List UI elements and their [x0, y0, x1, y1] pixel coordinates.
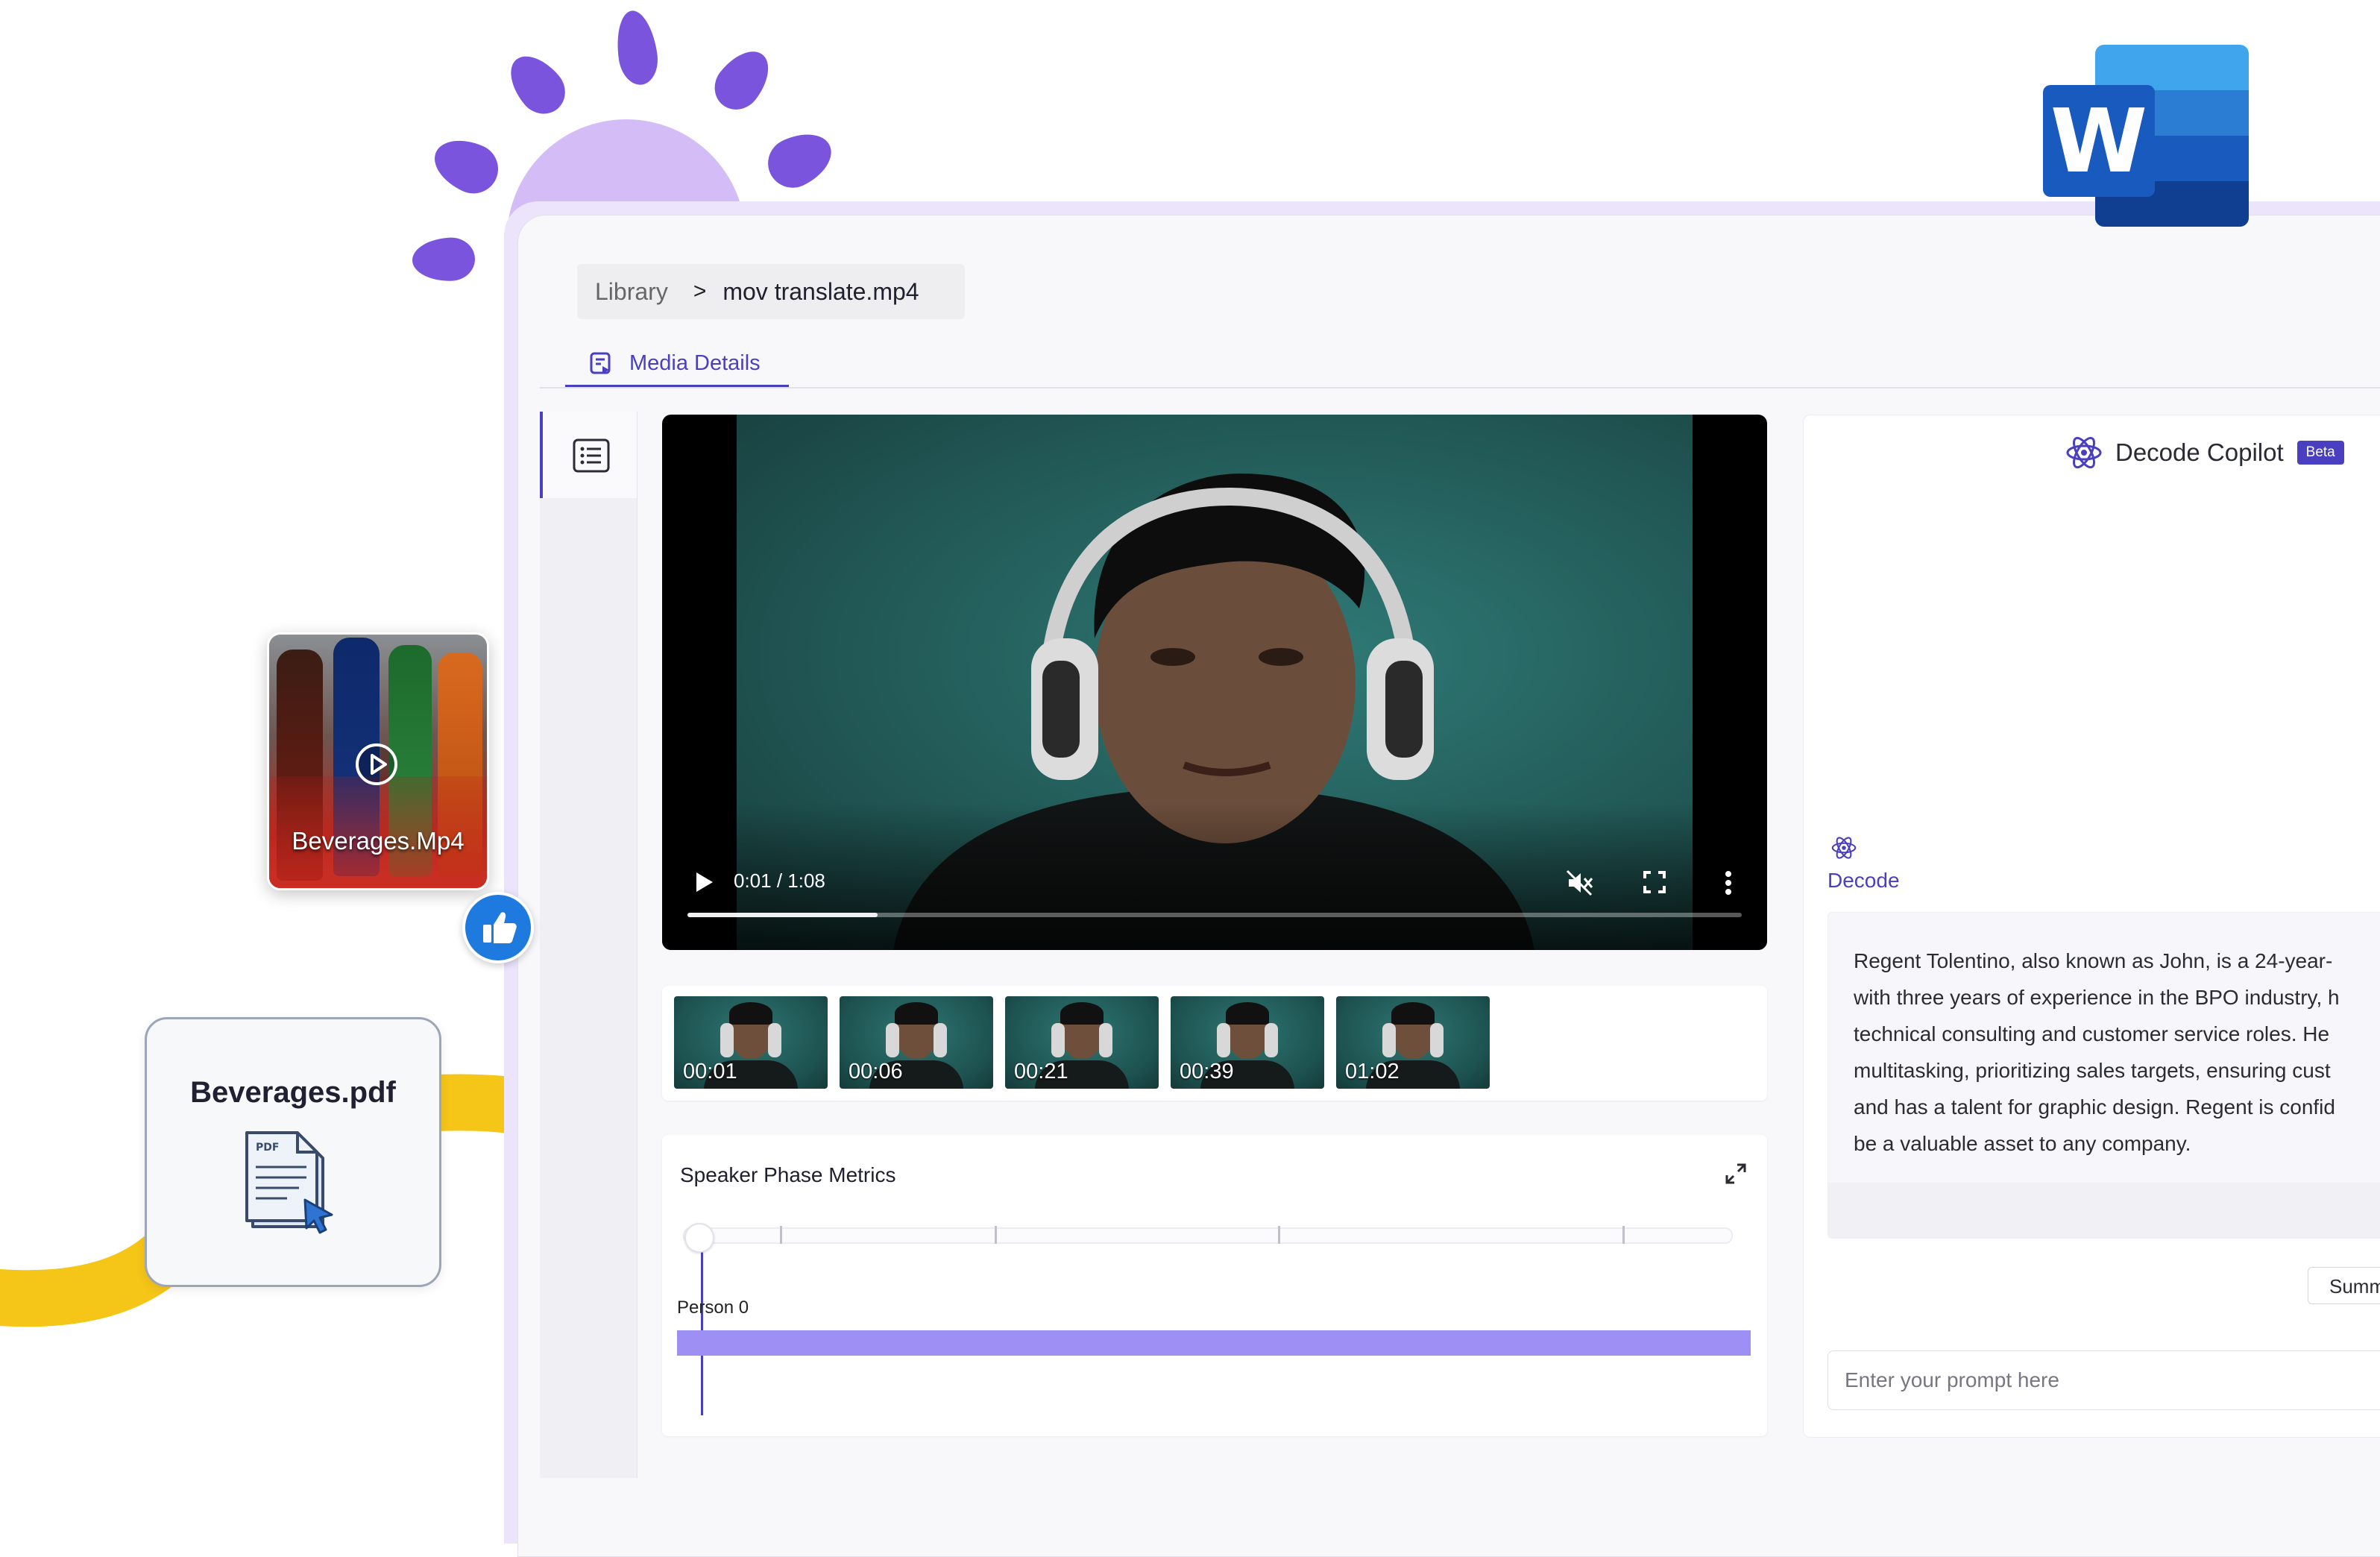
video-player[interactable]: 0:01 / 1:08	[662, 415, 1767, 950]
answer-line: Regent Tolentino, also known as John, is…	[1854, 949, 2333, 972]
thumbs-up-icon	[483, 912, 517, 943]
timeline-cursor	[701, 1236, 703, 1415]
video-time-display: 0:01 / 1:08	[734, 869, 825, 892]
timeline-knob[interactable]	[684, 1223, 714, 1253]
timeline-tick	[780, 1226, 782, 1244]
video-card-label: Beverages.Mp4	[292, 827, 465, 855]
beverages-pdf-card[interactable]: Beverages.pdf PDF	[145, 1017, 441, 1287]
mute-icon[interactable]	[1564, 868, 1594, 898]
like-badge[interactable]	[462, 892, 534, 963]
left-rail	[540, 412, 638, 1478]
speaker-metrics-title: Speaker Phase Metrics	[680, 1163, 896, 1186]
answer-line: with three years of experience in the BP…	[1854, 986, 2340, 1009]
prompt-input[interactable]	[1828, 1350, 2380, 1410]
copilot-answer-box: Regent Tolentino, also known as John, is…	[1828, 912, 2380, 1239]
thumbnail[interactable]: 00:06	[840, 996, 993, 1089]
answer-line: multitasking, prioritizing sales targets…	[1854, 1059, 2331, 1082]
tab-media-details[interactable]: Media Details	[565, 337, 789, 389]
list-icon[interactable]	[573, 438, 610, 473]
thumbnail-time: 00:39	[1180, 1060, 1234, 1083]
thumbnail-time: 00:21	[1014, 1060, 1068, 1083]
beta-badge: Beta	[2296, 441, 2344, 465]
thumbnail[interactable]: 00:01	[674, 996, 828, 1089]
answer-footer	[1828, 1183, 2380, 1238]
copilot-answer-text: Regent Tolentino, also known as John, is…	[1854, 943, 2380, 1162]
breadcrumb-library-link[interactable]: Library	[595, 278, 668, 306]
decor-petal	[426, 129, 506, 202]
decor-petal	[412, 236, 476, 283]
pdf-file-icon: PDF	[245, 1131, 333, 1234]
copilot-panel: Decode Copilot Beta Decode Regent Tolent…	[1803, 415, 2380, 1438]
answer-line: and has a talent for graphic design. Reg…	[1854, 1095, 2335, 1119]
timeline-tick	[1622, 1226, 1625, 1244]
timeline-track[interactable]	[683, 1227, 1733, 1244]
breadcrumb: Library > mov translate.mp4	[577, 264, 965, 319]
copilot-header: Decode Copilot Beta	[2065, 430, 2344, 475]
thumbnail-time: 00:01	[683, 1060, 737, 1083]
decor-petal	[499, 45, 575, 124]
word-logo-icon: W	[2043, 45, 2249, 227]
atom-icon	[2066, 436, 2102, 469]
more-vert-icon[interactable]	[1721, 868, 1736, 898]
copilot-title: Decode Copilot	[2115, 438, 2284, 466]
thumbnail[interactable]: 00:39	[1171, 996, 1324, 1089]
decor-petal	[612, 7, 661, 88]
thumbnail[interactable]: 00:21	[1005, 996, 1159, 1089]
play-icon[interactable]	[690, 869, 716, 895]
pdf-icon-text: PDF	[256, 1142, 279, 1154]
expand-icon[interactable]	[1724, 1162, 1748, 1186]
thumbnail[interactable]: 01:02	[1336, 996, 1490, 1089]
beverages-video-card[interactable]: Beverages.Mp4	[267, 632, 489, 890]
thumbnail-strip: 00:01 00:06 00:21 00:39 01:02	[662, 986, 1767, 1101]
decor-petal	[705, 40, 781, 119]
tabs-divider	[540, 387, 2380, 389]
decor-petal	[759, 123, 841, 196]
thumbnail-time: 01:02	[1345, 1060, 1400, 1083]
chevron-right-icon: >	[693, 279, 707, 303]
tab-media-details-label: Media Details	[629, 350, 761, 375]
pdf-card-title: Beverages.pdf	[190, 1076, 396, 1109]
timeline-tick	[1278, 1226, 1280, 1244]
answer-line: be a valuable asset to any company.	[1854, 1132, 2191, 1155]
video-controls-bar	[662, 802, 1767, 950]
fullscreen-icon[interactable]	[1642, 869, 1667, 895]
speaker-metrics-panel: Speaker Phase Metrics Person 0	[662, 1135, 1767, 1436]
speaker-phase-bar	[677, 1330, 1751, 1356]
summarize-button[interactable]: Summ	[2308, 1267, 2380, 1304]
svg-text:W: W	[2050, 89, 2147, 192]
breadcrumb-current-file: mov translate.mp4	[722, 277, 919, 305]
answer-line: technical consulting and customer servic…	[1854, 1022, 2330, 1045]
thumbnail-time: 00:06	[849, 1060, 903, 1083]
timeline-tick	[995, 1226, 997, 1244]
media-details-icon	[590, 352, 611, 374]
decode-label: Decode	[1828, 869, 1900, 892]
video-progress-fill	[687, 913, 878, 917]
play-circle-icon[interactable]	[354, 742, 399, 787]
atom-icon	[1831, 837, 1857, 859]
speaker-label: Person 0	[677, 1298, 749, 1318]
